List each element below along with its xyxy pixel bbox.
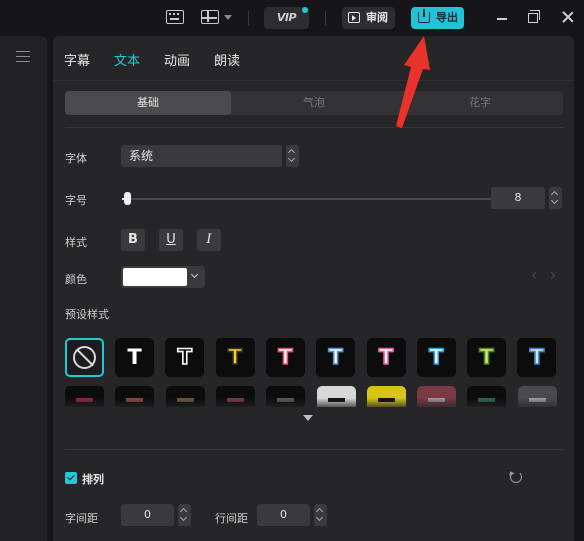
- size-label: 字号: [65, 194, 87, 207]
- tab-subtitle[interactable]: 字幕: [64, 50, 90, 69]
- size-slider-handle[interactable]: [124, 192, 131, 205]
- close-icon[interactable]: [562, 11, 574, 23]
- preset-glyph: T: [127, 345, 142, 369]
- bold-icon: B: [128, 232, 138, 247]
- chevron-right-icon[interactable]: [547, 271, 556, 280]
- font-label: 字体: [65, 152, 87, 165]
- preset-style-3[interactable]: T: [215, 338, 255, 377]
- font-stepper[interactable]: [286, 145, 299, 167]
- style-segment: 基础 气泡 花字: [65, 91, 563, 115]
- color-label: 颜色: [65, 273, 87, 286]
- notification-dot: [302, 7, 308, 13]
- export-button[interactable]: 导出: [411, 7, 464, 29]
- preset-glyph: T: [227, 344, 243, 370]
- no-style-icon: [73, 346, 96, 369]
- divider: [65, 127, 563, 128]
- letter-spacing-label: 字间距: [65, 512, 98, 525]
- chevron-down-icon: [190, 270, 199, 279]
- preset-glyph: T: [479, 344, 495, 370]
- title-bar: VIP 审阅 导出: [0, 0, 584, 36]
- arrange-label: 排列: [82, 473, 104, 486]
- preset-style-8[interactable]: T: [467, 338, 507, 377]
- preset-glyph: T: [378, 344, 394, 370]
- size-slider[interactable]: [122, 198, 502, 200]
- review-label: 审阅: [366, 11, 388, 24]
- color-swatch: [123, 268, 187, 286]
- preset-style-2[interactable]: T: [165, 338, 205, 377]
- divider: [53, 80, 574, 81]
- italic-button[interactable]: I: [197, 229, 221, 251]
- preset-none[interactable]: [65, 338, 104, 377]
- letter-spacing-input[interactable]: 0: [121, 504, 174, 526]
- line-spacing-stepper[interactable]: [314, 504, 327, 526]
- preset-style-7[interactable]: T: [416, 338, 456, 377]
- export-icon: [418, 9, 430, 23]
- divider: [248, 11, 249, 25]
- divider: [65, 449, 563, 450]
- line-spacing-label: 行间距: [215, 512, 248, 525]
- color-picker[interactable]: [121, 266, 205, 288]
- divider: [325, 11, 326, 25]
- export-label: 导出: [436, 11, 458, 24]
- chevron-down-icon[interactable]: [224, 15, 232, 20]
- preset-glyph: T: [177, 344, 193, 370]
- preset-style-4[interactable]: T: [265, 338, 305, 377]
- size-input[interactable]: 8: [491, 187, 545, 209]
- preset-style-5[interactable]: T: [316, 338, 356, 377]
- restore-icon[interactable]: [528, 10, 540, 23]
- layout-icon[interactable]: [201, 10, 219, 24]
- underline-button[interactable]: U: [159, 229, 183, 251]
- text-properties-panel: 字幕 文本 动画 朗读 基础 气泡 花字 字体 系统 字号 8 样式 B U I…: [53, 36, 574, 541]
- underline-icon: U: [166, 232, 176, 247]
- preset-glyph: T: [328, 344, 344, 370]
- review-button[interactable]: 审阅: [342, 7, 395, 29]
- keyboard-shortcut-icon[interactable]: [166, 10, 184, 24]
- expand-presets-icon[interactable]: [303, 415, 313, 421]
- reset-icon[interactable]: [510, 471, 522, 483]
- letter-spacing-stepper[interactable]: [178, 504, 191, 526]
- preset-glyph: T: [277, 344, 293, 370]
- line-spacing-input[interactable]: 0: [257, 504, 310, 526]
- tab-text[interactable]: 文本: [114, 50, 140, 69]
- font-select[interactable]: 系统: [121, 145, 282, 167]
- arrange-checkbox[interactable]: [65, 472, 77, 484]
- tab-animation[interactable]: 动画: [164, 50, 190, 69]
- segment-fancy-text[interactable]: 花字: [397, 91, 563, 115]
- style-label: 样式: [65, 236, 87, 249]
- chevron-left-icon[interactable]: [531, 271, 540, 280]
- preset-glyph: T: [529, 344, 545, 370]
- size-stepper[interactable]: [549, 187, 562, 209]
- preset-style-9[interactable]: T: [517, 338, 557, 377]
- review-icon: [348, 12, 360, 23]
- preset-style-6[interactable]: T: [366, 338, 406, 377]
- preset-glyph: T: [428, 344, 444, 370]
- segment-basic[interactable]: 基础: [65, 91, 231, 115]
- presets-fade: [53, 398, 574, 410]
- segment-bubble[interactable]: 气泡: [231, 91, 397, 115]
- panel-tabs: 字幕 文本 动画 朗读: [53, 36, 574, 80]
- menu-icon[interactable]: [16, 51, 30, 62]
- italic-icon: I: [206, 232, 212, 247]
- minimize-icon[interactable]: [497, 18, 507, 20]
- tab-read-aloud[interactable]: 朗读: [214, 50, 240, 69]
- preset-styles-label: 预设样式: [65, 308, 109, 321]
- left-pane: [0, 36, 47, 541]
- preset-style-1[interactable]: T: [115, 338, 154, 377]
- bold-button[interactable]: B: [121, 229, 145, 251]
